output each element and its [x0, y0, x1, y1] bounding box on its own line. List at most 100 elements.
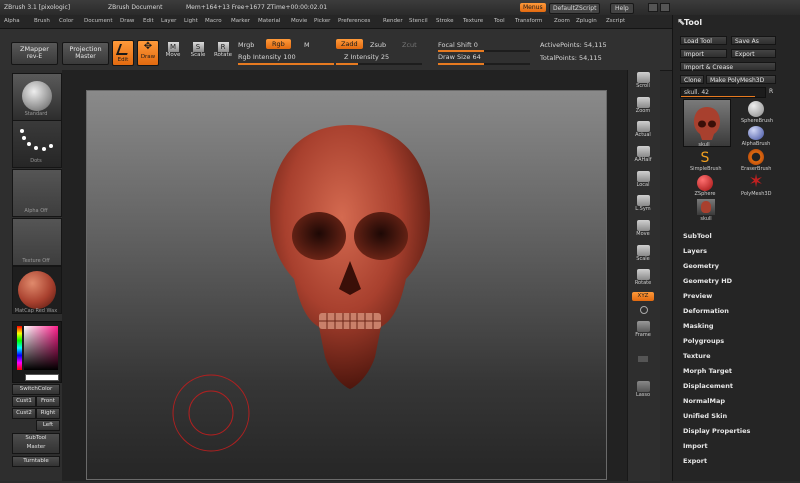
xyz-button[interactable]: XYZ — [632, 292, 654, 301]
subtool-master-button[interactable]: SubTool Master — [12, 433, 60, 454]
window-max-icon[interactable] — [660, 3, 670, 12]
menu-draw[interactable]: Draw — [120, 18, 134, 24]
import-crease-button[interactable]: Import & Crease — [680, 62, 776, 71]
lasso-button[interactable]: Lasso — [632, 380, 654, 401]
draw-button[interactable]: ✥ Draw — [137, 40, 159, 66]
m-button[interactable]: M — [304, 41, 310, 49]
section-display-properties[interactable]: Display Properties — [683, 427, 750, 435]
rotate-view-button[interactable]: Rotate — [632, 268, 654, 289]
rotate-button[interactable]: R Rotate — [212, 40, 234, 64]
scroll-button[interactable]: Scroll — [632, 71, 654, 92]
rgb-button[interactable]: Rgb — [266, 39, 291, 49]
transp-icon[interactable] — [638, 356, 648, 362]
window-min-icon[interactable] — [648, 3, 658, 12]
skull-tool-thumbnail[interactable] — [683, 99, 731, 147]
menu-stroke[interactable]: Stroke — [436, 18, 454, 24]
section-displacement[interactable]: Displacement — [683, 382, 733, 390]
zadd-button[interactable]: Zadd — [336, 39, 363, 49]
section-deformation[interactable]: Deformation — [683, 307, 729, 315]
secondary-color-swatch[interactable] — [25, 374, 59, 381]
sphere-brush-icon[interactable] — [748, 101, 764, 117]
default-zscript-button[interactable]: DefaultZScript — [549, 3, 601, 14]
menu-brush[interactable]: Brush — [34, 18, 50, 24]
menu-zplugin[interactable]: Zplugin — [576, 18, 597, 24]
section-subtool[interactable]: SubTool — [683, 232, 712, 240]
z-intensity-slider[interactable] — [336, 63, 422, 65]
simple-brush-icon[interactable]: S — [697, 150, 713, 166]
section-layers[interactable]: Layers — [683, 247, 707, 255]
menu-tool[interactable]: Tool — [494, 18, 505, 24]
make-polymesh-button[interactable]: Make PolyMesh3D — [706, 75, 776, 84]
menu-material[interactable]: Material — [258, 18, 280, 24]
menu-movie[interactable]: Movie — [291, 18, 307, 24]
cust2-button[interactable]: Cust2 — [12, 408, 36, 419]
color-picker[interactable] — [12, 321, 62, 383]
eraser-brush-icon[interactable] — [748, 149, 764, 165]
polymesh3d-icon[interactable]: ✶ — [746, 172, 766, 192]
skull-small-thumbnail[interactable] — [697, 199, 715, 215]
menu-alpha[interactable]: Alpha — [4, 18, 20, 24]
menus-button[interactable]: Menus — [520, 3, 546, 12]
load-tool-button[interactable]: Load Tool — [680, 36, 727, 45]
section-import[interactable]: Import — [683, 442, 708, 450]
zcut-button[interactable]: Zcut — [402, 41, 417, 49]
r-button[interactable]: R — [769, 88, 773, 95]
move-view-button[interactable]: Move — [632, 219, 654, 240]
switch-color-button[interactable]: SwitchColor — [12, 384, 60, 395]
menu-macro[interactable]: Macro — [205, 18, 222, 24]
right-button[interactable]: Right — [36, 408, 60, 419]
focal-shift-slider[interactable] — [438, 50, 530, 52]
projection-master-button[interactable]: Projection Master — [62, 42, 109, 65]
menu-layer[interactable]: Layer — [161, 18, 176, 24]
document-viewport[interactable] — [86, 90, 607, 480]
material-thumbnail[interactable] — [12, 266, 62, 314]
zoom-button[interactable]: Zoom — [632, 96, 654, 117]
hue-strip[interactable] — [17, 326, 22, 370]
actual-button[interactable]: Actual — [632, 120, 654, 141]
rgb-intensity-slider[interactable] — [238, 63, 334, 65]
section-texture[interactable]: Texture — [683, 352, 711, 360]
section-export[interactable]: Export — [683, 457, 707, 465]
skull-model[interactable] — [87, 91, 606, 479]
menu-render[interactable]: Render — [383, 18, 403, 24]
turntable-button[interactable]: Turntable — [12, 456, 60, 467]
move-button[interactable]: M Move — [163, 40, 183, 64]
draw-size-slider[interactable] — [438, 63, 530, 65]
menu-stencil[interactable]: Stencil — [409, 18, 428, 24]
menu-picker[interactable]: Picker — [314, 18, 330, 24]
section-geometry[interactable]: Geometry — [683, 262, 719, 270]
front-button[interactable]: Front — [36, 396, 60, 407]
zsphere-icon[interactable] — [697, 175, 713, 191]
zmapper-button[interactable]: ZMapper rev-E — [11, 42, 58, 65]
menu-preferences[interactable]: Preferences — [338, 18, 370, 24]
section-normalmap[interactable]: NormalMap — [683, 397, 725, 405]
section-geometry-hd[interactable]: Geometry HD — [683, 277, 732, 285]
alpha-brush-icon[interactable] — [748, 126, 764, 140]
menu-zoom[interactable]: Zoom — [554, 18, 570, 24]
zsub-button[interactable]: Zsub — [370, 41, 386, 49]
local-button[interactable]: Local — [632, 170, 654, 191]
menu-document[interactable]: Document — [84, 18, 113, 24]
frame-button[interactable]: Frame — [632, 320, 654, 341]
menu-zscript[interactable]: Zscript — [606, 18, 625, 24]
section-morph-target[interactable]: Morph Target — [683, 367, 732, 375]
current-tool-slider[interactable]: skull. 42 — [680, 87, 766, 98]
lsym-button[interactable]: L.Sym — [632, 194, 654, 215]
help-button[interactable]: Help — [610, 3, 634, 14]
left-button[interactable]: Left — [36, 420, 60, 431]
cust1-button[interactable]: Cust1 — [12, 396, 36, 407]
menu-marker[interactable]: Marker — [231, 18, 250, 24]
scale-view-button[interactable]: Scale — [632, 244, 654, 265]
clone-button[interactable]: Clone — [680, 75, 704, 84]
export-button[interactable]: Export — [731, 49, 776, 58]
section-unified-skin[interactable]: Unified Skin — [683, 412, 727, 420]
menu-texture[interactable]: Texture — [463, 18, 483, 24]
edit-button[interactable]: Edit — [112, 40, 134, 66]
section-masking[interactable]: Masking — [683, 322, 714, 330]
save-as-button[interactable]: Save As — [731, 36, 776, 45]
mrgb-button[interactable]: Mrgb — [238, 41, 254, 49]
import-button[interactable]: Import — [680, 49, 727, 58]
scale-button[interactable]: S Scale — [188, 40, 208, 64]
section-preview[interactable]: Preview — [683, 292, 712, 300]
aahalf-button[interactable]: AAHalf — [632, 145, 654, 166]
